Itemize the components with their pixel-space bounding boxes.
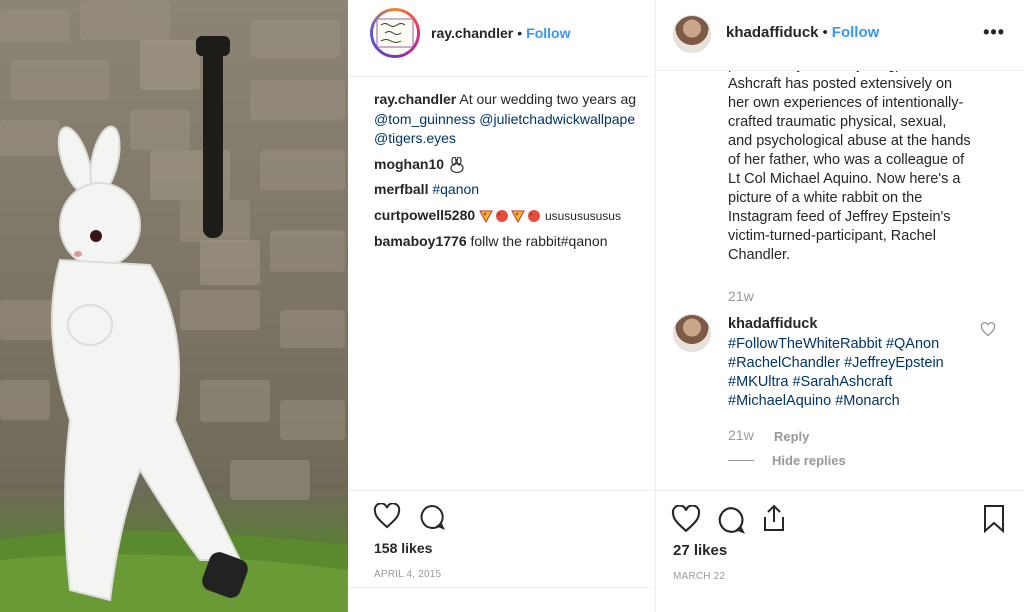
mention-link[interactable]: @tigers.eyes: [374, 130, 456, 146]
comment-icon[interactable]: [418, 503, 446, 531]
mention-link[interactable]: @julietchadwickwallpape: [479, 111, 635, 127]
post-photo-white-rabbit[interactable]: [0, 0, 348, 612]
comment-username[interactable]: curtpowell5280: [374, 207, 475, 223]
hashtag-line[interactable]: #FollowTheWhiteRabbit #QAnon: [728, 335, 998, 354]
caption-line: and psychological abuse at the hands: [728, 133, 971, 149]
reply-button[interactable]: Reply: [774, 429, 809, 444]
comment-text: At our wedding two years ag: [459, 91, 637, 107]
first-post-header: ray.chandler • Follow: [348, 0, 654, 77]
first-post-actions: 158 likes APRIL 4, 2015: [348, 490, 654, 612]
follow-button[interactable]: Follow: [526, 25, 570, 41]
comment-username[interactable]: merfball: [374, 181, 428, 197]
comment-username[interactable]: ray.chandler: [374, 91, 456, 107]
first-post-user: ray.chandler • Follow: [431, 25, 570, 41]
avatar[interactable]: [673, 15, 711, 53]
separator-dot: •: [517, 25, 523, 41]
emoji-sequence: [479, 209, 541, 223]
comment-username[interactable]: moghan10: [374, 156, 444, 172]
caption-line: of her father, who was a colleague of: [728, 152, 965, 168]
list-item: ray.chandler At our wedding two years ag: [374, 90, 654, 110]
mention-line: @tom_guinness @julietchadwickwallpape: [374, 110, 654, 130]
heart-icon[interactable]: [373, 503, 401, 529]
like-count[interactable]: 158 likes: [374, 540, 432, 556]
rabbit-costume-illustration: [0, 0, 348, 612]
caption-line: crafted traumatic physical, sexual,: [728, 114, 947, 130]
hide-replies-button[interactable]: Hide replies: [772, 453, 846, 468]
caption-line: Ashcraft has posted extensively on: [728, 76, 953, 92]
reply-timestamp[interactable]: 21w: [728, 427, 754, 443]
story-ring-avatar[interactable]: [370, 8, 420, 58]
pizza-emoji-icon: [479, 210, 493, 223]
mention-line: @tigers.eyes: [374, 129, 654, 149]
red-ball-emoji-icon: [496, 209, 509, 222]
caption-line: her own experiences of intentionally-: [728, 95, 964, 111]
second-post-actions: 27 likes MARCH 22: [656, 490, 1024, 612]
caption-text: possible if you start young). Sarah Ashc…: [728, 56, 1010, 265]
caption-line: Lt Col Michael Aquino. Now here's a: [728, 171, 961, 187]
second-post-header: khadaffiduck • Follow •••: [656, 0, 1024, 71]
comment-icon[interactable]: [716, 505, 746, 535]
list-item: bamaboy1776 follw the rabbit#qanon: [374, 232, 654, 252]
avatar: [373, 11, 417, 55]
like-count[interactable]: 27 likes: [673, 542, 727, 559]
caption-line: Chandler.: [728, 247, 791, 263]
separator-dot: •: [822, 24, 828, 41]
first-post-panel: ray.chandler • Follow ray.chandler At our …: [348, 0, 654, 612]
divider: [728, 460, 754, 461]
avatar[interactable]: [673, 314, 711, 352]
share-icon[interactable]: [760, 503, 788, 533]
list-item: merfball #qanon: [374, 180, 654, 200]
caption-timestamp[interactable]: 21w: [728, 288, 754, 304]
reply-hashtags[interactable]: #FollowTheWhiteRabbit #QAnon #RachelChan…: [728, 335, 998, 411]
heart-icon[interactable]: [671, 505, 701, 533]
post-date: APRIL 4, 2015: [374, 569, 442, 580]
post-date: MARCH 22: [673, 571, 726, 582]
hashtag-line[interactable]: #RachelChandler #JeffreyEpstein: [728, 354, 998, 373]
comment-list: ray.chandler At our wedding two years ag…: [374, 90, 654, 258]
second-post-panel: khadaffiduck•Follow ••• possible if you …: [655, 0, 1024, 612]
list-item: moghan10: [374, 155, 654, 175]
mention-link[interactable]: @tom_guinness: [374, 111, 475, 127]
username-link[interactable]: khadaffiduck: [726, 24, 819, 41]
pizza-emoji-icon: [511, 210, 525, 223]
comment-text: follw the rabbit#qanon: [470, 233, 608, 249]
list-item: curtpowell5280 usususususus: [374, 206, 654, 227]
caption-line: picture of a white rabbit on the: [728, 190, 923, 206]
follow-button[interactable]: Follow: [832, 24, 880, 41]
more-options-icon[interactable]: •••: [983, 22, 1005, 43]
rabbit-emoji-icon: [450, 156, 464, 173]
hashtag-line[interactable]: #MichaelAquino #Monarch: [728, 392, 998, 411]
comment-username[interactable]: khadaffiduck: [728, 316, 817, 332]
second-post-user: khadaffiduck • Follow: [726, 24, 879, 41]
red-ball-emoji-icon: [528, 209, 541, 222]
caption-line: Instagram feed of Jeffrey Epstein's: [728, 209, 951, 225]
comment-username[interactable]: bamaboy1776: [374, 233, 467, 249]
caption-line: victim-turned-participant, Rachel: [728, 228, 936, 244]
hashtag-line[interactable]: #MKUltra #SarahAshcraft: [728, 373, 998, 392]
comment-text: usususususus: [544, 208, 621, 223]
bookmark-icon[interactable]: [982, 504, 1006, 534]
username-link[interactable]: ray.chandler: [431, 25, 513, 41]
hashtag-link[interactable]: #qanon: [432, 181, 479, 197]
divider: [348, 587, 654, 588]
handwritten-avatar-icon: [373, 11, 417, 55]
